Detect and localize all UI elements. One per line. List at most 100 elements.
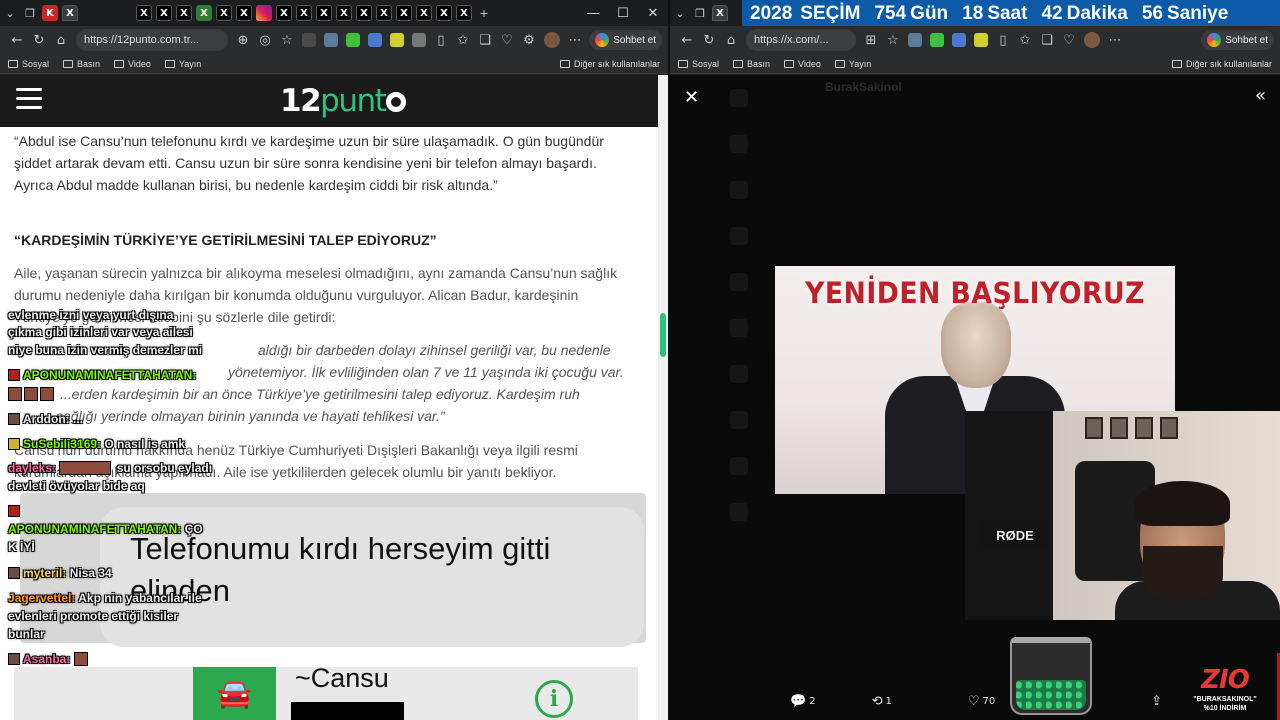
address-bar[interactable]: https://12punto.com.tr... xyxy=(76,29,228,51)
split-screen-icon[interactable]: ▯ xyxy=(430,29,452,51)
chat-username[interactable]: SuSebili3169: xyxy=(23,437,101,451)
chat-username[interactable]: Asanba: xyxy=(23,652,70,666)
split-screen-icon[interactable]: ▯ xyxy=(992,29,1014,51)
tab-x[interactable]: X xyxy=(456,5,472,21)
reply-button[interactable]: 💬 2 xyxy=(790,694,816,709)
favorites-icon[interactable]: ✩ xyxy=(1014,29,1036,51)
health-icon[interactable]: ♡ xyxy=(496,29,518,51)
back-icon[interactable]: ← xyxy=(6,29,28,51)
tab-x[interactable]: X xyxy=(296,5,312,21)
other-bookmarks[interactable]: Diğer sık kullanılanlar xyxy=(559,59,660,69)
close-window-button[interactable]: ✕ xyxy=(638,6,668,21)
chat-username[interactable]: Arddon: xyxy=(23,412,70,426)
extension-icon[interactable] xyxy=(302,33,316,47)
tab-x[interactable]: X xyxy=(712,5,728,21)
tab-x[interactable]: X xyxy=(396,5,412,21)
extension-icon[interactable] xyxy=(974,33,988,47)
zoom-icon[interactable]: ⊕ xyxy=(232,29,254,51)
tab-x[interactable]: X xyxy=(376,5,392,21)
health-icon[interactable]: ♡ xyxy=(1058,29,1080,51)
tab-x[interactable]: X xyxy=(176,5,192,21)
profile-avatar[interactable] xyxy=(1084,32,1100,48)
favorite-star-icon[interactable]: ☆ xyxy=(882,29,904,51)
bookmark-folder[interactable]: Yayın xyxy=(834,59,871,69)
favorite-star-icon[interactable]: ☆ xyxy=(276,29,298,51)
workspaces-icon[interactable]: ❐ xyxy=(22,5,38,21)
tab-x[interactable]: X xyxy=(336,5,352,21)
tab-actions-icon[interactable]: ⌄ xyxy=(2,5,18,21)
tab-actions-icon[interactable]: ⌄ xyxy=(672,5,688,21)
like-button[interactable]: ♡ 70 xyxy=(968,694,995,709)
home-icon[interactable]: ⌂ xyxy=(50,29,72,51)
chat-username[interactable]: APONUNAMINAFETTAHATAN: xyxy=(8,522,181,536)
copilot-button[interactable]: Sohbet et xyxy=(589,30,662,50)
tab-x[interactable]: X xyxy=(436,5,452,21)
favorites-icon[interactable]: ✩ xyxy=(452,29,474,51)
election-countdown: 2028 SEÇİM 754 Gün 18 Saat 42 Dakika 56 Sani… xyxy=(742,0,1280,28)
repost-button[interactable]: ⟲ 1 xyxy=(872,694,892,709)
refresh-icon[interactable]: ↻ xyxy=(28,29,50,51)
collections-icon[interactable]: ❏ xyxy=(474,29,496,51)
menu-icon[interactable] xyxy=(16,88,42,114)
collections-icon[interactable]: ❏ xyxy=(1036,29,1058,51)
settings-icon[interactable]: ⚙ xyxy=(518,29,540,51)
tab-instagram[interactable] xyxy=(256,5,272,21)
bookmark-folder[interactable]: Video xyxy=(114,59,151,69)
copilot-button[interactable]: Sohbet et xyxy=(1201,30,1274,50)
tab-x[interactable]: X xyxy=(156,5,172,21)
close-icon[interactable]: ✕ xyxy=(684,87,699,108)
bookmark-folder[interactable]: Video xyxy=(784,59,821,69)
tab-x[interactable]: X xyxy=(216,5,232,21)
tab-x[interactable]: X xyxy=(136,5,152,21)
chat-badge xyxy=(8,438,20,450)
collapse-icon[interactable]: « xyxy=(1255,85,1266,106)
tab-x[interactable]: X xyxy=(416,5,432,21)
site-logo[interactable]: 12punt xyxy=(280,83,407,119)
tab-favicon[interactable]: X xyxy=(196,5,212,21)
tab-x[interactable]: X xyxy=(236,5,252,21)
back-icon[interactable]: ← xyxy=(676,29,698,51)
more-icon[interactable]: ⋯ xyxy=(1104,29,1126,51)
profile-avatar[interactable] xyxy=(544,32,560,48)
extension-icon[interactable] xyxy=(908,33,922,47)
chat-text: ÇO xyxy=(184,522,203,536)
tab-x[interactable]: X xyxy=(356,5,372,21)
bookmark-folder[interactable]: Sosyal xyxy=(678,59,719,69)
extension-icon[interactable] xyxy=(412,33,426,47)
scrollbar-thumb[interactable] xyxy=(660,313,666,357)
new-tab-button[interactable]: + xyxy=(476,5,492,21)
tab-x[interactable]: X xyxy=(62,5,78,21)
extension-icon[interactable] xyxy=(952,33,966,47)
other-bookmarks[interactable]: Diğer sık kullanılanlar xyxy=(1171,59,1272,69)
bookmark-folder[interactable]: Sosyal xyxy=(8,59,49,69)
reader-icon[interactable]: ⊞ xyxy=(860,29,882,51)
chat-username[interactable]: Jagervettel: xyxy=(8,591,75,605)
extension-icon[interactable] xyxy=(390,33,404,47)
bookmark-folder[interactable]: Basın xyxy=(733,59,770,69)
maximize-button[interactable]: ☐ xyxy=(608,6,638,21)
more-icon[interactable]: ⋯ xyxy=(564,29,586,51)
extension-icon[interactable] xyxy=(324,33,338,47)
tab-x[interactable]: X xyxy=(276,5,292,21)
scrollbar-track[interactable] xyxy=(658,75,668,720)
home-icon[interactable]: ⌂ xyxy=(720,29,742,51)
right-browser-window: ⌄ ❐ X 2028 SEÇİM 754 Gün 18 Saat 42 Dakika … xyxy=(670,0,1280,720)
chat-username[interactable]: dayleks: xyxy=(8,461,56,475)
extension-icon[interactable] xyxy=(346,33,360,47)
workspaces-icon[interactable]: ❐ xyxy=(692,5,708,21)
minimize-button[interactable]: — xyxy=(578,6,608,21)
refresh-icon[interactable]: ↻ xyxy=(698,29,720,51)
tab-x[interactable]: X xyxy=(316,5,332,21)
share-button[interactable]: ⇪ xyxy=(1151,694,1165,709)
extension-icon[interactable] xyxy=(368,33,382,47)
bookmark-folder[interactable]: Basın xyxy=(63,59,100,69)
extension-icon[interactable] xyxy=(930,33,944,47)
address-bar[interactable]: https://x.com/... xyxy=(746,29,856,51)
tab-favicon[interactable]: K xyxy=(42,5,58,21)
chat-username[interactable]: myteril: xyxy=(23,566,66,580)
microphone: RØDE xyxy=(980,521,1050,549)
chat-username[interactable]: APONUNAMINAFETTAHATAN: xyxy=(23,368,196,382)
bookmark-folder[interactable]: Yayın xyxy=(164,59,201,69)
car-icon: 🚘 xyxy=(193,667,276,720)
read-aloud-icon[interactable]: ◎ xyxy=(254,29,276,51)
